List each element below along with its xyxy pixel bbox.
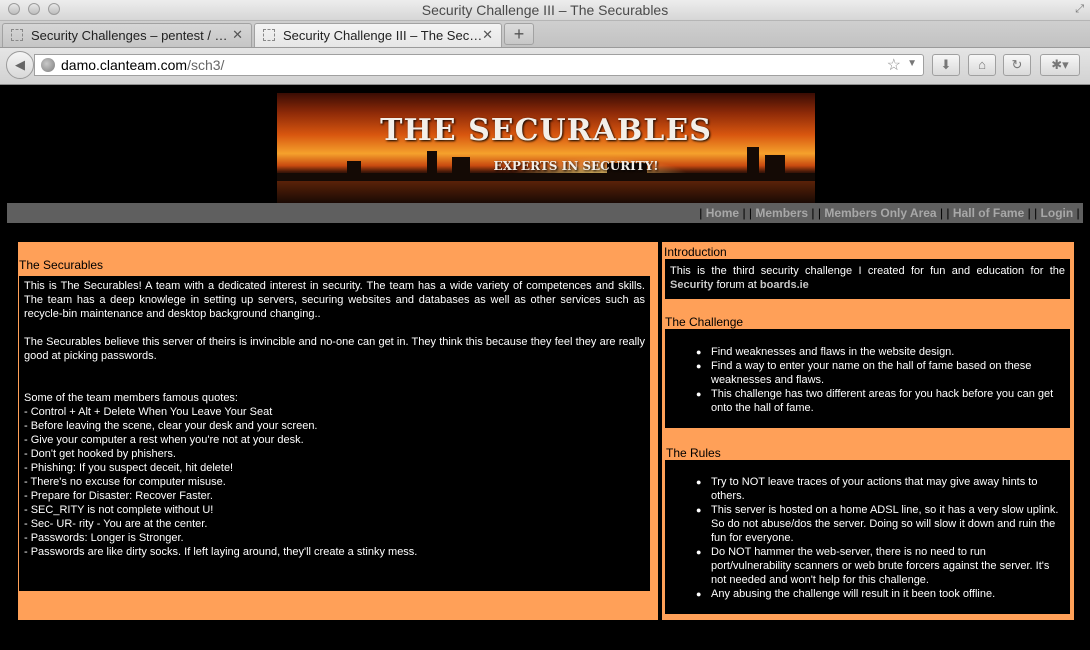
back-arrow-icon: ◀ xyxy=(15,57,25,72)
bookmark-star-icon[interactable]: ☆ xyxy=(887,55,901,75)
quote-item: - Sec- UR- rity - You are at the center. xyxy=(24,518,208,530)
reload-button[interactable]: ↻ xyxy=(1003,54,1031,76)
challenge-item: This challenge has two different areas f… xyxy=(696,387,1064,415)
info-panel: Introduction This is the third security … xyxy=(662,242,1074,620)
url-path: /sch3/ xyxy=(187,57,225,73)
quote-item: - Phishing: If you suspect deceit, hit d… xyxy=(24,462,234,474)
nav-home-link[interactable]: Home xyxy=(706,206,739,220)
addon-button[interactable]: ✱▾ xyxy=(1040,54,1080,76)
quote-item: - Passwords are like dirty socks. If lef… xyxy=(24,546,418,558)
introduction-text: This is the third security challenge I c… xyxy=(670,265,1065,277)
nav-members-only-link[interactable]: Members Only Area xyxy=(824,206,936,220)
nav-hall-of-fame-link[interactable]: Hall of Fame xyxy=(953,206,1024,220)
quote-item: - Passwords: Longer is Stronger. xyxy=(24,532,184,544)
nav-members-link[interactable]: Members xyxy=(755,206,808,220)
challenge-item: Find weaknesses and flaws in the website… xyxy=(696,345,1064,359)
quote-item: - Don't get hooked by phishers. xyxy=(24,448,176,460)
site-banner: THE SECURABLES EXPERTS IN SECURITY! xyxy=(277,93,815,203)
navigation-toolbar: damo.clanteam.com/sch3/ ☆ ▼ ◀ ⬇ ⌂ ↻ ✱▾ xyxy=(0,48,1090,85)
page-favicon-icon xyxy=(11,29,23,41)
download-icon: ⬇ xyxy=(940,57,952,72)
quotes-intro: Some of the team members famous quotes: xyxy=(24,392,238,404)
window-title: Security Challenge III – The Securables xyxy=(421,2,669,18)
nav-login-link[interactable]: Login xyxy=(1041,206,1074,220)
quotes-list: Some of the team members famous quotes: … xyxy=(24,391,645,559)
bug-icon: ✱▾ xyxy=(1051,57,1069,72)
home-icon: ⌂ xyxy=(978,57,986,72)
boards-ie-link[interactable]: boards.ie xyxy=(760,279,809,291)
url-text[interactable]: damo.clanteam.com/sch3/ xyxy=(61,57,224,73)
challenge-heading: The Challenge xyxy=(665,315,744,329)
rule-item: This server is hosted on a home ADSL lin… xyxy=(696,503,1064,545)
downloads-button[interactable]: ⬇ xyxy=(932,54,960,76)
quote-item: - There's no excuse for computer misuse. xyxy=(24,476,226,488)
security-forum-link[interactable]: Security xyxy=(670,279,713,291)
quote-item: - Control + Alt + Delete When You Leave … xyxy=(24,406,273,418)
history-dropdown-icon[interactable]: ▼ xyxy=(907,58,917,69)
window-titlebar: Security Challenge III – The Securables … xyxy=(0,0,1090,21)
tab-bar: Security Challenges – pentest / … ✕ Secu… xyxy=(0,21,1090,48)
challenge-item: Find a way to enter your name on the hal… xyxy=(696,359,1064,387)
securables-intro-paragraph: This is The Securables! A team with a de… xyxy=(24,280,645,320)
rules-heading: The Rules xyxy=(666,446,721,460)
rule-item: Try to NOT leave traces of your actions … xyxy=(696,475,1064,503)
quote-item: - Before leaving the scene, clear your d… xyxy=(24,420,318,432)
globe-icon xyxy=(41,58,55,72)
quote-item: - Give your computer a rest when you're … xyxy=(24,434,304,446)
quote-item: - Prepare for Disaster: Recover Faster. xyxy=(24,490,213,502)
new-tab-button[interactable]: + xyxy=(504,23,534,45)
tab-label: Security Challenge III – The Sec… xyxy=(283,28,483,43)
securables-panel: The Securables This is The Securables! A… xyxy=(18,242,658,620)
rules-content: Try to NOT leave traces of your actions … xyxy=(665,460,1070,614)
tab-security-challenges[interactable]: Security Challenges – pentest / … ✕ xyxy=(2,23,252,47)
securables-belief-paragraph: The Securables believe this server of th… xyxy=(24,336,645,362)
reload-icon: ↻ xyxy=(1011,57,1023,72)
banner-subtitle: EXPERTS IN SECURITY! xyxy=(493,159,659,173)
tab-security-challenge-iii[interactable]: Security Challenge III – The Sec… ✕ xyxy=(254,23,502,47)
introduction-text-middle: forum at xyxy=(713,279,760,291)
rule-item: Do NOT hammer the web-server, there is n… xyxy=(696,545,1064,587)
url-host: damo.clanteam.com xyxy=(61,57,188,73)
securables-content: This is The Securables! A team with a de… xyxy=(19,276,650,591)
close-tab-icon[interactable]: ✕ xyxy=(232,27,243,43)
fullscreen-icon[interactable]: ⤢ xyxy=(1075,3,1084,16)
address-bar[interactable]: damo.clanteam.com/sch3/ ☆ ▼ xyxy=(34,54,924,76)
banner-title: THE SECURABLES xyxy=(380,113,712,148)
home-button[interactable]: ⌂ xyxy=(968,54,996,76)
introduction-content: This is the third security challenge I c… xyxy=(665,259,1070,299)
back-button[interactable]: ◀ xyxy=(6,51,34,79)
securables-heading: The Securables xyxy=(19,258,104,272)
introduction-heading: Introduction xyxy=(664,245,727,259)
site-menu: | Home | | Members | | Members Only Area… xyxy=(7,203,1083,223)
tab-label: Security Challenges – pentest / … xyxy=(31,28,228,43)
rule-item: Any abusing the challenge will result in… xyxy=(696,587,1064,601)
challenge-content: Find weaknesses and flaws in the website… xyxy=(665,329,1070,428)
close-tab-icon[interactable]: ✕ xyxy=(482,27,493,43)
quote-item: - SEC_RITY is not complete without U! xyxy=(24,504,214,516)
page-favicon-icon xyxy=(263,29,275,41)
